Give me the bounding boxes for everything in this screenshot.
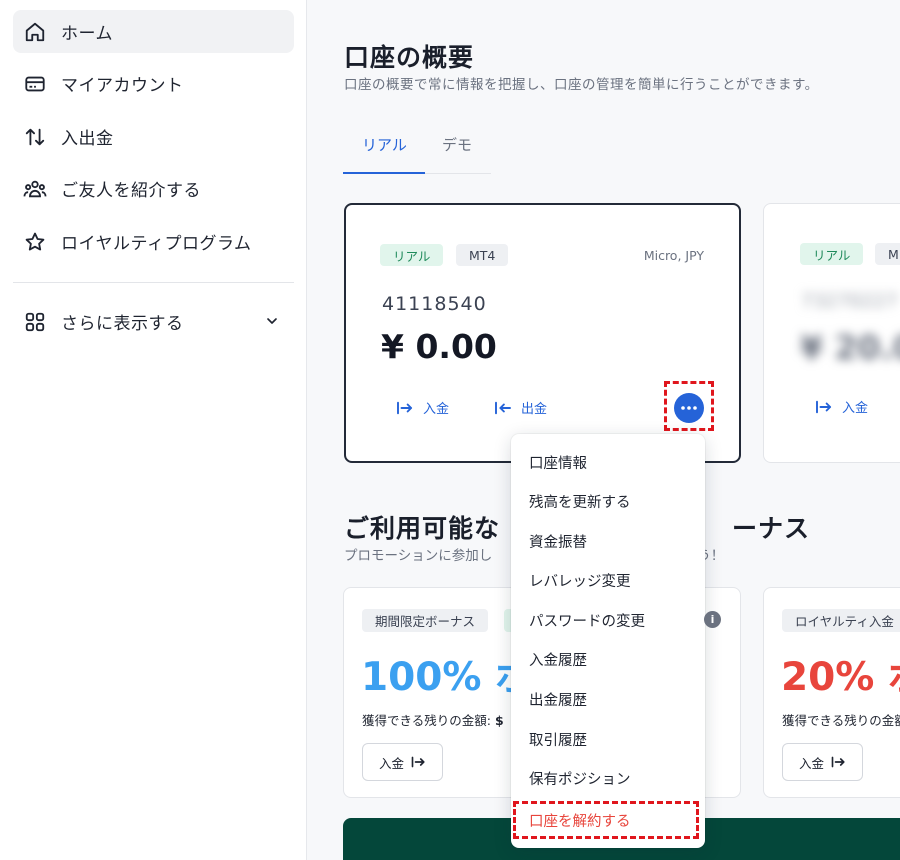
- deposit-label: 入金: [423, 402, 450, 417]
- sidebar-item-label: さらに表示する: [61, 314, 184, 334]
- tab-real[interactable]: リアル: [362, 134, 407, 155]
- platform-badge: M: [875, 243, 900, 265]
- sidebar-item-label: ホーム: [61, 24, 113, 44]
- sidebar-item-show-more[interactable]: さらに表示する: [13, 300, 294, 343]
- account-balance-blurred: ¥ 20.0: [800, 328, 900, 367]
- transfer-arrows-icon: [23, 125, 47, 149]
- menu-item-fund-transfer[interactable]: 資金振替: [529, 531, 587, 552]
- bonus-tag: 期間限定ボーナス: [362, 609, 489, 632]
- menu-item-account-info[interactable]: 口座情報: [529, 452, 587, 473]
- sidebar-item-deposit-withdraw[interactable]: 入出金: [13, 115, 294, 158]
- chevron-down-icon: [264, 313, 280, 333]
- info-icon[interactable]: i: [704, 611, 721, 628]
- sidebar: ホーム マイアカウント 入出金 ご友人を紹介する ロイヤルティプログラム さらに…: [0, 0, 307, 860]
- account-number: 41118540: [382, 293, 487, 315]
- sidebar-item-home[interactable]: ホーム: [13, 10, 294, 53]
- account-options-menu: 口座情報 残高を更新する 資金振替 レバレッジ変更 パスワードの変更 入金履歴 …: [511, 434, 705, 848]
- grid-icon: [23, 310, 47, 334]
- menu-item-change-leverage[interactable]: レバレッジ変更: [529, 570, 631, 591]
- account-tabs: リアル デモ: [343, 124, 491, 174]
- home-icon: [23, 20, 47, 44]
- card-icon: [23, 72, 47, 96]
- bonus-deposit-button[interactable]: 入金: [362, 743, 443, 781]
- sidebar-item-label: ロイヤルティプログラム: [61, 234, 252, 254]
- more-button-highlight: [664, 381, 714, 431]
- account-type-badge: リアル: [800, 243, 864, 265]
- close-account-highlight: [513, 801, 699, 839]
- withdraw-arrow-icon: [495, 401, 511, 414]
- sidebar-item-my-account[interactable]: マイアカウント: [13, 62, 294, 105]
- menu-item-update-balance[interactable]: 残高を更新する: [529, 491, 631, 512]
- menu-item-open-positions[interactable]: 保有ポジション: [529, 768, 631, 789]
- sidebar-item-label: ご友人を紹介する: [61, 181, 201, 201]
- menu-item-deposit-history[interactable]: 入金履歴: [529, 649, 587, 670]
- menu-item-change-password[interactable]: パスワードの変更: [529, 610, 645, 631]
- people-icon: [23, 177, 47, 201]
- sidebar-item-label: マイアカウント: [61, 76, 184, 96]
- sidebar-divider: [13, 282, 294, 283]
- sidebar-item-loyalty[interactable]: ロイヤルティプログラム: [13, 220, 294, 263]
- bonus-remaining: 獲得できる残りの金額: $: [362, 713, 504, 728]
- deposit-link[interactable]: 入金: [396, 398, 449, 417]
- deposit-label: 入金: [842, 401, 869, 416]
- bonus-percent: 20% ボ: [781, 655, 900, 700]
- deposit-arrow-icon: [397, 401, 413, 414]
- deposit-arrow-icon: [831, 756, 845, 768]
- account-kind: Micro, JPY: [643, 248, 704, 263]
- bonus-card-2: ロイヤルティ入金 20% ボ 獲得できる残りの金額 入金: [763, 587, 900, 798]
- account-balance: ¥ 0.00: [381, 327, 497, 366]
- sidebar-item-label: 入出金: [61, 129, 114, 149]
- account-card-2: リアル M 73270227 ¥ 20.0 入金: [763, 203, 900, 463]
- account-number-blurred: 73270227: [801, 290, 898, 312]
- deposit-arrow-icon: [816, 400, 832, 413]
- menu-item-withdraw-history[interactable]: 出金履歴: [529, 689, 587, 710]
- menu-item-trade-history[interactable]: 取引履歴: [529, 729, 587, 750]
- platform-badge: MT4: [456, 244, 509, 266]
- withdraw-label: 出金: [521, 402, 548, 417]
- sidebar-item-refer-friends[interactable]: ご友人を紹介する: [13, 167, 294, 210]
- star-icon: [23, 230, 47, 254]
- page-title: 口座の概要: [344, 43, 475, 72]
- page-subtitle: 口座の概要で常に情報を把握し、口座の管理を簡単に行うことができます。: [344, 77, 819, 93]
- withdraw-link[interactable]: 出金: [494, 398, 547, 417]
- bonus-percent: 100% ボ: [361, 655, 535, 700]
- deposit-arrow-icon: [411, 756, 425, 768]
- tab-demo[interactable]: デモ: [442, 134, 472, 155]
- tab-active-indicator: [343, 172, 425, 174]
- bonus-deposit-button[interactable]: 入金: [782, 743, 863, 781]
- deposit-link[interactable]: 入金: [815, 397, 868, 416]
- account-type-badge: リアル: [380, 244, 444, 266]
- bonus-tag: ロイヤルティ入金: [782, 609, 900, 632]
- bonus-remaining: 獲得できる残りの金額: [782, 713, 900, 728]
